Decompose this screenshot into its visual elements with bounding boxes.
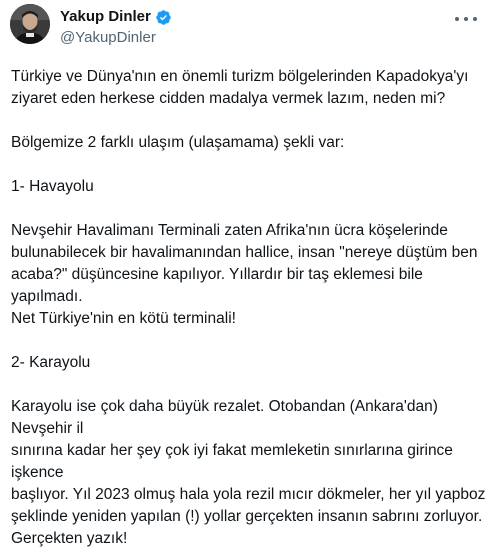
- display-name-row: Yakup Dinler: [60, 8, 172, 26]
- tweet-paragraph: Türkiye ve Dünya'nın en önemli turizm bö…: [11, 68, 469, 107]
- verified-badge-icon: [156, 9, 171, 25]
- avatar[interactable]: [10, 4, 50, 44]
- display-name[interactable]: Yakup Dinler: [60, 8, 151, 26]
- more-options-icon[interactable]: [455, 12, 477, 26]
- tweet-paragraph: 1- Havayolu: [11, 178, 94, 195]
- tweet-text: Türkiye ve Dünya'nın en önemli turizm bö…: [11, 66, 491, 550]
- tweet-paragraph: 2- Karayolu: [11, 354, 91, 371]
- tweet-paragraph: Karayolu ise çok daha büyük rezalet. Oto…: [11, 398, 486, 547]
- handle[interactable]: @YakupDinler: [60, 29, 172, 47]
- tweet-paragraph: Nevşehir Havalimanı Terminali zaten Afri…: [11, 222, 478, 327]
- more-dot: [473, 17, 477, 21]
- tweet: Yakup Dinler @YakupDinler Türkiye ve Dün…: [0, 0, 497, 547]
- more-dot: [455, 17, 459, 21]
- tweet-paragraph: Bölgemize 2 farklı ulaşım (ulaşamama) şe…: [11, 134, 345, 151]
- author-header: Yakup Dinler @YakupDinler: [60, 8, 172, 47]
- avatar-photo: [10, 4, 50, 44]
- more-dot: [464, 17, 468, 21]
